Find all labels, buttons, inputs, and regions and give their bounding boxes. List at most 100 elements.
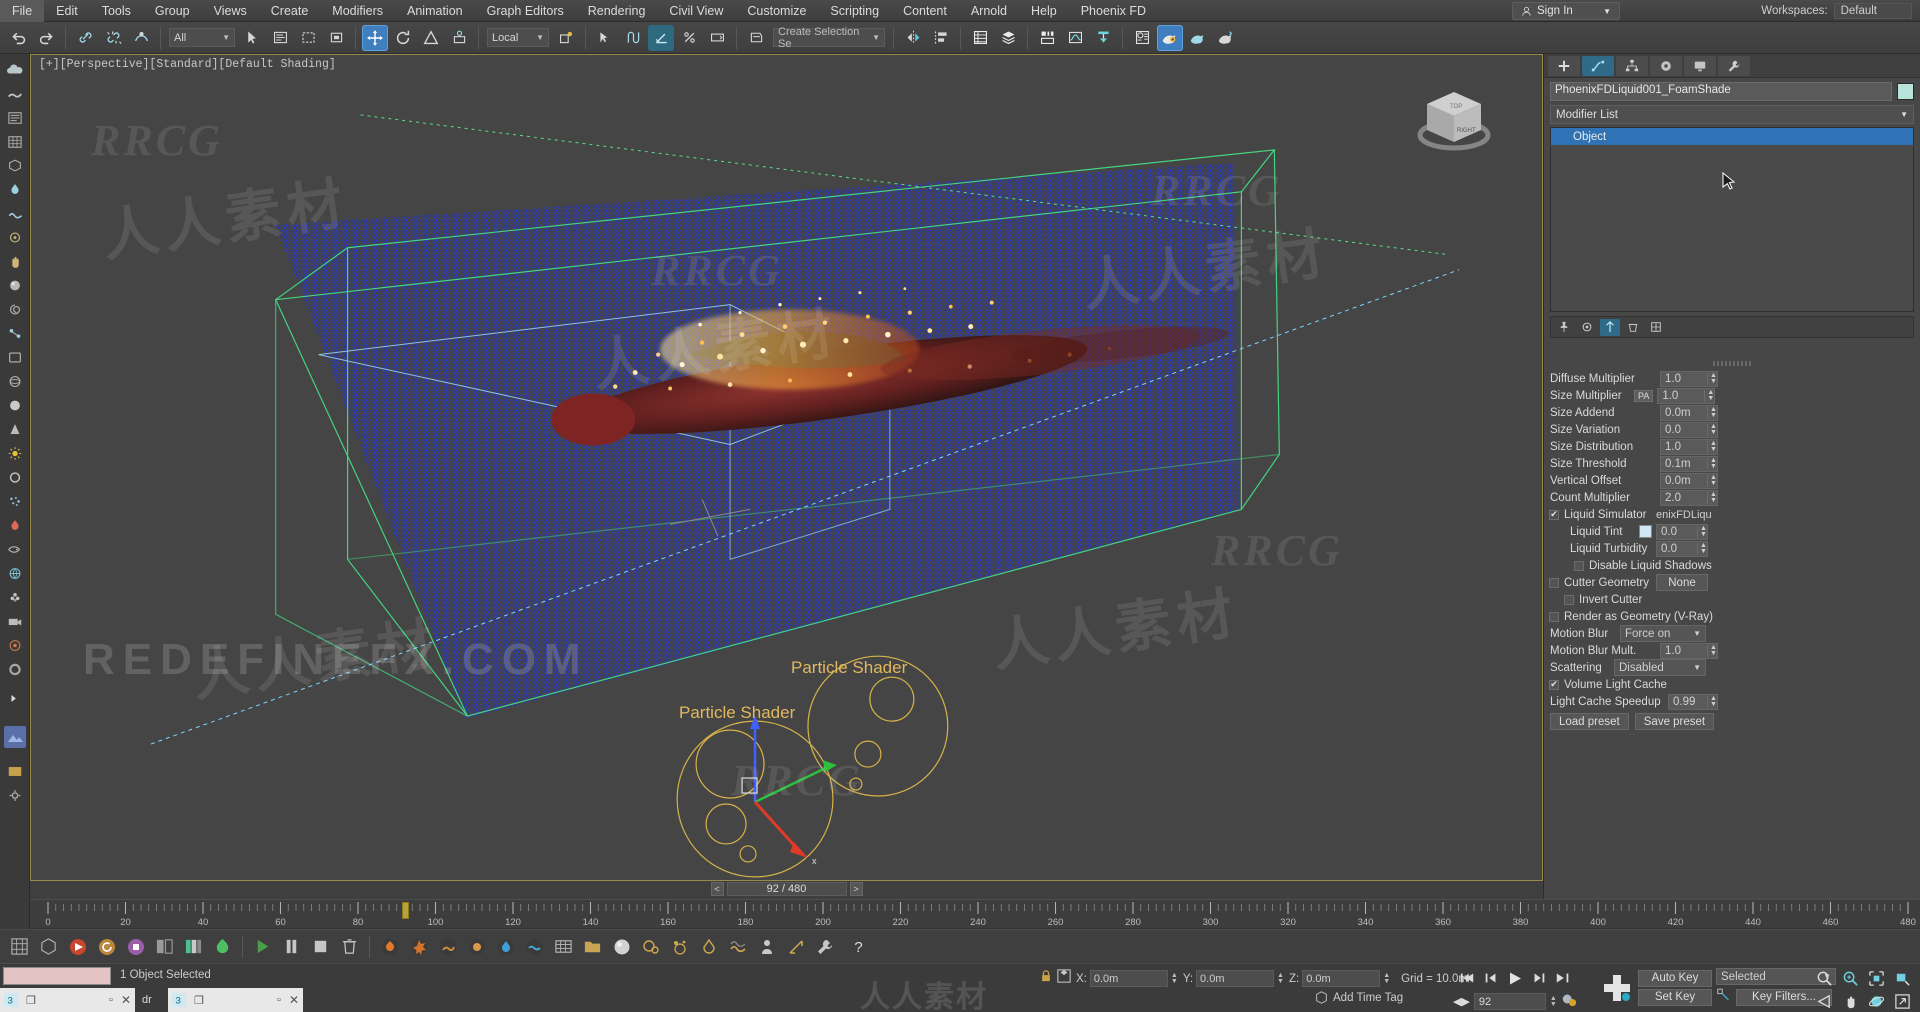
redo-icon[interactable] [33,25,59,51]
spinner-snap-toggle-icon[interactable] [704,25,730,51]
use-pivot-center-icon[interactable] [553,25,579,51]
phoenix-wave-icon[interactable] [2,202,28,225]
unlink-selection-icon[interactable] [100,25,126,51]
add-time-tag-group[interactable]: Add Time Tag [1315,991,1403,1004]
phoenix-liquid-icon[interactable] [2,178,28,201]
window-crossing-toggle-icon[interactable] [323,25,349,51]
phoenix-sun-icon[interactable] [2,442,28,465]
phoenix-emitter-icon[interactable] [2,226,28,249]
maximize-viewport-icon[interactable] [1890,990,1914,1012]
modify-tab[interactable] [1582,55,1614,76]
modifier-stack[interactable]: Object [1550,127,1914,312]
spinner-arrows-icon[interactable]: ▲ ▼ [1707,474,1717,487]
rendered-frame-window-icon[interactable] [1185,25,1211,51]
menu-item-animation[interactable]: Animation [395,0,475,22]
menu-item-arnold[interactable]: Arnold [959,0,1019,22]
phoenix-square-icon[interactable] [2,346,28,369]
toggle-scene-explorer-icon[interactable] [967,25,993,51]
spinner-size-addend[interactable]: 0.0m ▲ ▼ [1660,404,1718,421]
liquid-tint-color-swatch[interactable] [1639,525,1652,538]
render-setup-icon[interactable] [1157,24,1183,51]
menu-item-views[interactable]: Views [202,0,259,22]
zoom-all-icon[interactable] [1838,967,1862,989]
menu-item-rendering[interactable]: Rendering [576,0,658,22]
named-selection-sets-input[interactable]: Create Selection Se ▼ [773,26,885,50]
schematic-view-icon[interactable] [1090,25,1116,51]
key-nav-icon[interactable]: ◀▶ [1453,995,1470,1008]
tool-icon[interactable] [811,933,838,960]
value-liquid-simulator[interactable]: enixFDLiquid [1656,509,1712,521]
menu-item-group[interactable]: Group [143,0,202,22]
configure-modifier-sets-icon[interactable] [1646,319,1666,336]
checkbox-volume-light-cache[interactable]: ✔ [1549,679,1559,690]
phoenix-globe-icon[interactable] [2,562,28,585]
motion-blur-dropdown[interactable]: Force on ▼ [1620,625,1706,642]
zoom-region-icon[interactable] [1890,967,1914,989]
load-preset-button[interactable]: Load preset [1550,713,1629,730]
spinner-size-threshold[interactable]: 0.1m ▲ ▼ [1660,455,1718,472]
hierarchy-tab[interactable] [1616,55,1648,76]
select-and-manipulate-icon[interactable] [592,25,618,51]
play-icon[interactable] [249,933,276,960]
phoenix-cone-icon[interactable] [2,418,28,441]
spinner-size-multiplier[interactable]: 1.0 ▲ ▼ [1657,387,1716,404]
spinner-arrows-icon[interactable]: ▲ ▼ [1707,695,1717,708]
selection-filter-combo[interactable]: All ▼ [169,28,235,47]
taskbar-window-2[interactable]: 3 ❐ ▫ ✕ [168,988,303,1012]
perspective-viewport[interactable]: [+][Perspective][Standard][Default Shadi… [30,54,1543,881]
menu-item-customize[interactable]: Customize [735,0,818,22]
toggle-layer-explorer-icon[interactable] [995,25,1021,51]
body-force-icon[interactable] [753,933,780,960]
zoom-icon[interactable] [1812,967,1836,989]
menu-item-phoenix-fd[interactable]: Phoenix FD [1069,0,1158,22]
percent-snap-toggle-icon[interactable] [676,25,702,51]
snaps-toggle-icon[interactable] [620,25,646,51]
bubble-icon[interactable] [637,933,664,960]
phoenix-preview-icon[interactable] [2,722,28,752]
spinner-liquid-tint[interactable]: 0.0 ▲ ▼ [1656,523,1708,540]
workspaces-selector[interactable]: Workspaces: Default [1761,2,1912,20]
set-key-filter-icon[interactable] [1716,987,1732,1007]
next-frame-icon[interactable] [1527,967,1551,989]
explosion-icon[interactable] [405,933,432,960]
minimize-icon[interactable]: ▫ [277,994,281,1006]
next-frame-button[interactable]: > [849,882,863,896]
remove-modifier-icon[interactable] [1623,319,1643,336]
phoenix-ball-icon[interactable] [2,274,28,297]
spinner-arrows-icon[interactable]: ▲ ▼ [1707,457,1717,470]
bind-to-space-warp-icon[interactable] [128,25,154,51]
spinner-size-variation[interactable]: 0.0 ▲ ▼ [1660,421,1718,438]
select-object-icon[interactable] [239,25,265,51]
phoenix-spiral-icon[interactable] [2,298,28,321]
spinner-motion-blur-mult[interactable]: 1.0 ▲ ▼ [1660,642,1718,659]
z-field[interactable]: 0.0m [1302,970,1381,987]
delete-icon[interactable] [336,933,363,960]
spinner-arrows-icon[interactable]: ▲ ▼ [1550,995,1557,1008]
menu-item-edit[interactable]: Edit [44,0,90,22]
phoenix-particles-icon[interactable] [2,490,28,513]
phoenix-gear-icon[interactable] [2,784,28,807]
material-editor-icon[interactable] [1129,25,1155,51]
phoenix-cloud-icon[interactable] [2,58,28,81]
view-cube[interactable]: TOP RIGHT [1411,80,1497,158]
sim-start-icon[interactable] [64,933,91,960]
taskbar-window-1[interactable]: 3 ❐ ▫ ✕ [0,988,135,1012]
close-icon[interactable]: ✕ [289,993,299,1007]
select-and-link-icon[interactable] [72,25,98,51]
checkbox-cutter-geometry[interactable] [1549,577,1559,588]
absolute-mode-icon[interactable] [1057,969,1071,988]
phoenix-box-icon[interactable] [2,154,28,177]
time-slider-handle[interactable] [401,902,409,919]
phoenix-drop-icon[interactable] [2,514,28,537]
phoenix-cam-icon[interactable] [2,610,28,633]
wave-source-icon[interactable] [724,933,751,960]
spinner-arrows-icon[interactable]: ▲ ▼ [1707,440,1717,453]
select-and-move-icon[interactable] [362,24,388,51]
object-color-swatch[interactable] [1897,83,1914,100]
phoenix-img-icon[interactable] [2,760,28,783]
checkbox-liquid-simulator[interactable]: ✔ [1549,509,1559,520]
restore-icon[interactable]: ❐ [26,994,36,1007]
grid-small-icon[interactable] [6,933,33,960]
spinner-arrows-icon[interactable]: ▲ ▼ [1707,423,1717,436]
zoom-extents-icon[interactable] [1864,967,1888,989]
